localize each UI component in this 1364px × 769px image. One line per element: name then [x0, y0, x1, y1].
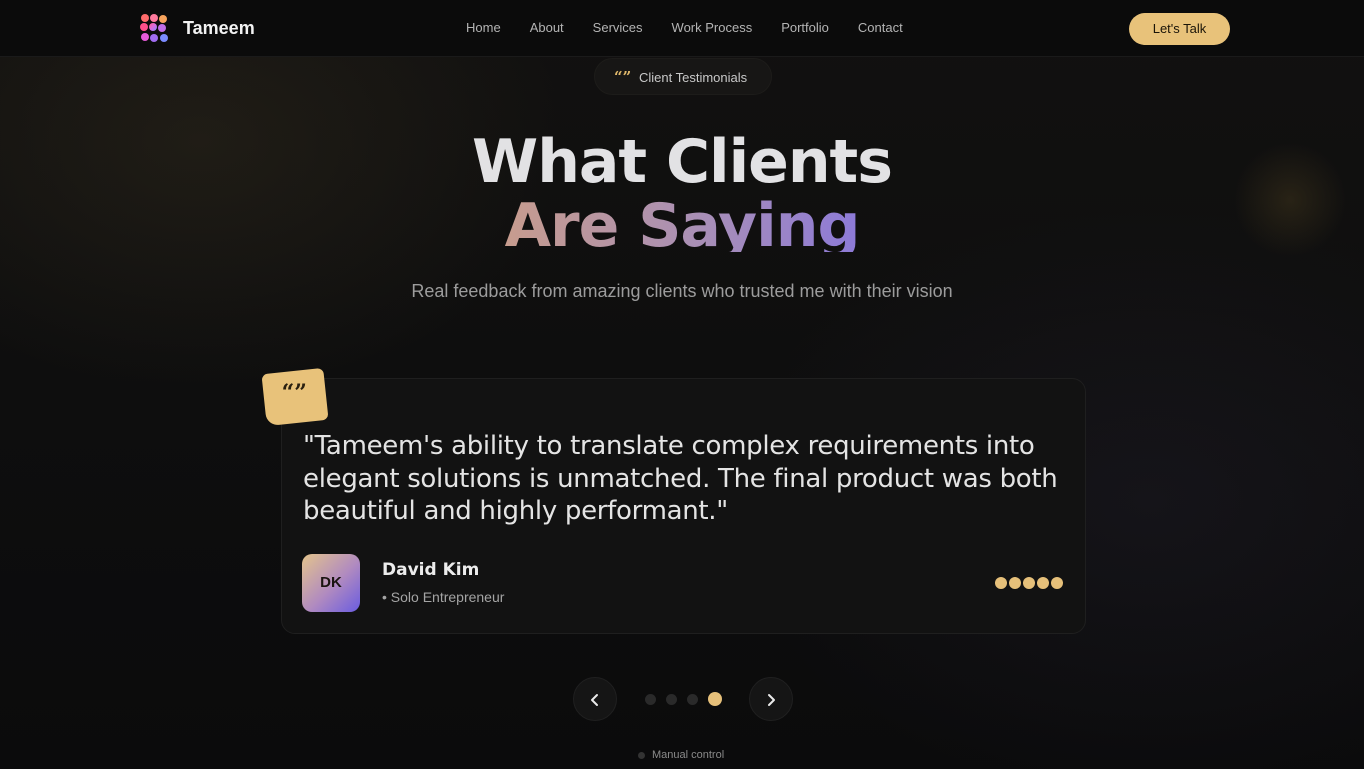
- quote-icon: “”: [614, 68, 632, 86]
- star-icon: [1051, 577, 1063, 589]
- status-dot-icon: [638, 751, 645, 759]
- section-title-accent-text: Are Saying: [505, 194, 861, 252]
- carousel-dots: [645, 692, 722, 706]
- star-icon: [1009, 577, 1021, 589]
- client-name: David Kim: [382, 560, 480, 580]
- section-badge: “” Client Testimonials: [594, 58, 772, 95]
- quote-icon: “”: [281, 380, 307, 407]
- section-badge-label: Client Testimonials: [639, 70, 748, 85]
- nav-link-portfolio[interactable]: Portfolio: [781, 20, 829, 35]
- carousel-dot-4[interactable]: [708, 692, 722, 706]
- nav-link-work-process[interactable]: Work Process: [672, 20, 753, 35]
- section-title: What Clients: [472, 127, 893, 197]
- autoplay-status-label: Manual control: [652, 749, 725, 761]
- testimonial-quote: "Tameem's ability to translate complex r…: [303, 431, 1058, 526]
- nav-link-contact[interactable]: Contact: [858, 20, 903, 35]
- nav-link-home[interactable]: Home: [466, 20, 501, 35]
- nav-link-about[interactable]: About: [530, 20, 564, 35]
- star-icon: [1023, 577, 1035, 589]
- previous-button[interactable]: [573, 677, 617, 721]
- top-navigation: Tameem Home About Services Work Process …: [0, 0, 1364, 57]
- quote-badge: “”: [261, 367, 329, 427]
- main-menu: Home About Services Work Process Portfol…: [466, 20, 903, 35]
- lets-talk-button[interactable]: Let's Talk: [1129, 13, 1230, 45]
- carousel-dot-2[interactable]: [666, 693, 677, 705]
- brand-logo-icon[interactable]: [139, 13, 171, 45]
- chevron-left-icon: [591, 694, 598, 707]
- carousel-dot-1[interactable]: [645, 693, 656, 705]
- rating-stars: [995, 577, 1063, 589]
- client-role: • Solo Entrepreneur: [382, 589, 505, 605]
- avatar: DK: [302, 554, 360, 612]
- brand-name[interactable]: Tameem: [183, 18, 255, 39]
- chevron-right-icon: [768, 694, 775, 707]
- star-icon: [1037, 577, 1049, 589]
- autoplay-status: Manual control: [638, 749, 724, 761]
- next-button[interactable]: [749, 677, 793, 721]
- section-subtitle: Real feedback from amazing clients who t…: [411, 281, 953, 301]
- nav-link-services[interactable]: Services: [593, 20, 643, 35]
- star-icon: [995, 577, 1007, 589]
- section-title-accent: Are Saying: [0, 194, 1364, 252]
- carousel-dot-3[interactable]: [687, 693, 698, 705]
